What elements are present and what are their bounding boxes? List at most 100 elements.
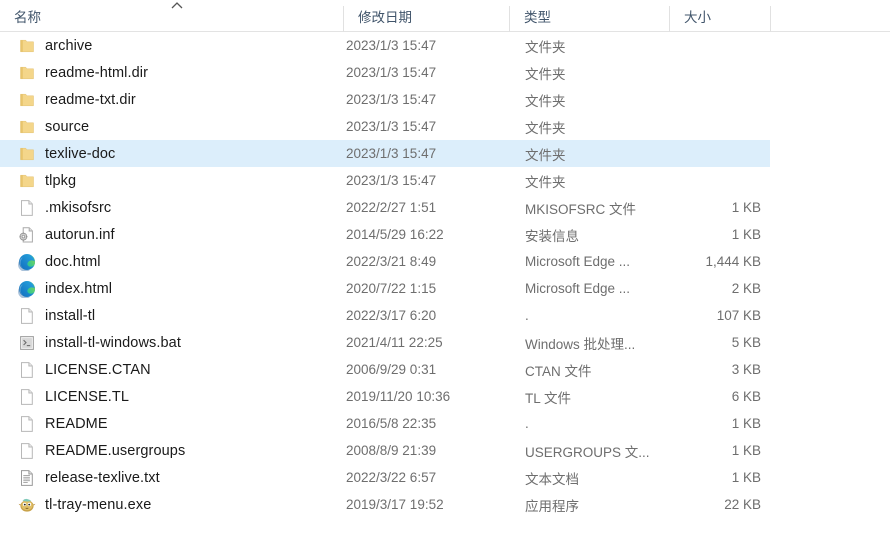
cell-date-modified: 2014/5/29 16:22: [346, 227, 444, 242]
file-list-row[interactable]: tl-tray-menu.exe 2019/3/17 19:52 应用程序 22 KB: [0, 491, 890, 518]
cell-size: 1 KB: [731, 416, 761, 431]
file-name-label: README.usergroups: [45, 442, 186, 459]
column-header-date-modified-label: 修改日期: [358, 10, 412, 25]
cell-name[interactable]: README.usergroups: [0, 442, 343, 460]
file-list-row[interactable]: LICENSE.CTAN 2006/9/29 0:31 CTAN 文件 3 KB: [0, 356, 890, 383]
file-list-row[interactable]: install-tl 2022/3/17 6:20. 107 KB: [0, 302, 890, 329]
file-list-row[interactable]: texlive-doc 2023/1/3 15:47 文件夹: [0, 140, 890, 167]
cell-type: Microsoft Edge ...: [525, 254, 631, 269]
file-list-row[interactable]: install-tl-windows.bat 2021/4/11 22:25 Win…: [0, 329, 890, 356]
blank-document-icon: [18, 388, 36, 406]
file-name-label: LICENSE.TL: [45, 388, 129, 405]
cell-date-modified: 2023/1/3 15:47: [346, 38, 437, 53]
cell-name[interactable]: source: [0, 118, 343, 136]
column-header-name[interactable]: 名称: [0, 0, 343, 32]
blank-document-icon: [18, 415, 36, 433]
edge-browser-icon: [18, 280, 36, 298]
file-list-row[interactable]: archive 2023/1/3 15:47 文件夹: [0, 32, 890, 59]
cell-type: Microsoft Edge ...: [525, 281, 631, 296]
cell-size: 107 KB: [716, 308, 761, 323]
cell-size: 22 KB: [724, 497, 761, 512]
cell-type: .: [525, 416, 529, 431]
file-list-row[interactable]: doc.html 2022/3/21 8:49 Microsoft Edge ...…: [0, 248, 890, 275]
cell-type: CTAN 文件: [525, 363, 592, 379]
blank-document-icon: [18, 442, 36, 460]
file-explorer-list-view: 名称 修改日期 类型 大小 archive 2023/1/3 15:47 文件夹 re…: [0, 0, 890, 541]
cell-date-modified: 2023/1/3 15:47: [346, 65, 437, 80]
blank-document-icon: [18, 307, 36, 325]
cell-name[interactable]: install-tl-windows.bat: [0, 334, 343, 352]
cell-date-modified: 2023/1/3 15:47: [346, 173, 437, 188]
cell-date-modified: 2021/4/11 22:25: [346, 335, 443, 350]
file-name-label: README: [45, 415, 108, 432]
column-divider-4[interactable]: [770, 6, 771, 32]
file-list-row[interactable]: readme-txt.dir 2023/1/3 15:47 文件夹: [0, 86, 890, 113]
file-list-row[interactable]: readme-html.dir 2023/1/3 15:47 文件夹: [0, 59, 890, 86]
cell-type: TL 文件: [525, 390, 572, 406]
folder-icon: [18, 172, 36, 190]
file-name-label: archive: [45, 37, 93, 54]
file-list-row[interactable]: LICENSE.TL 2019/11/20 10:36 TL 文件 6 KB: [0, 383, 890, 410]
cell-name[interactable]: README: [0, 415, 343, 433]
cell-date-modified: 2023/1/3 15:47: [346, 119, 437, 134]
file-name-label: LICENSE.CTAN: [45, 361, 151, 378]
column-header-date-modified[interactable]: 修改日期: [344, 0, 509, 32]
cell-name[interactable]: tl-tray-menu.exe: [0, 496, 343, 514]
cell-name[interactable]: .mkisofsrc: [0, 199, 343, 217]
cell-name[interactable]: autorun.inf: [0, 226, 343, 244]
file-list-row[interactable]: source 2023/1/3 15:47 文件夹: [0, 113, 890, 140]
blank-document-icon: [18, 199, 36, 217]
cell-name[interactable]: archive: [0, 37, 343, 55]
file-name-label: tlpkg: [45, 172, 77, 189]
cell-type: USERGROUPS 文...: [525, 444, 650, 460]
cell-name[interactable]: release-texlive.txt: [0, 469, 343, 487]
file-name-label: install-tl-windows.bat: [45, 334, 181, 351]
cell-name[interactable]: LICENSE.CTAN: [0, 361, 343, 379]
cell-date-modified: 2022/3/17 6:20: [346, 308, 437, 323]
cell-date-modified: 2006/9/29 0:31: [346, 362, 437, 377]
cell-type: Windows 批处理...: [525, 336, 636, 352]
column-header-size-label: 大小: [684, 10, 711, 25]
cell-type: 文件夹: [525, 147, 566, 163]
text-document-icon: [18, 469, 36, 487]
file-name-label: index.html: [45, 280, 113, 297]
cell-date-modified: 2019/11/20 10:36: [346, 389, 451, 404]
file-name-label: tl-tray-menu.exe: [45, 496, 152, 513]
cell-name[interactable]: install-tl: [0, 307, 343, 325]
file-list-row[interactable]: tlpkg 2023/1/3 15:47 文件夹: [0, 167, 890, 194]
file-list-row[interactable]: README 2016/5/8 22:35. 1 KB: [0, 410, 890, 437]
cell-size: 1 KB: [731, 470, 761, 485]
cell-name[interactable]: readme-html.dir: [0, 64, 343, 82]
file-name-label: .mkisofsrc: [45, 199, 112, 216]
cell-name[interactable]: LICENSE.TL: [0, 388, 343, 406]
file-name-label: readme-html.dir: [45, 64, 149, 81]
cell-size: 1 KB: [731, 443, 761, 458]
cell-name[interactable]: doc.html: [0, 253, 343, 271]
column-header-size[interactable]: 大小: [670, 0, 770, 32]
file-name-label: release-texlive.txt: [45, 469, 160, 486]
pufferfish-app-icon: [18, 496, 36, 514]
cell-name[interactable]: readme-txt.dir: [0, 91, 343, 109]
cell-date-modified: 2008/8/9 21:39: [346, 443, 437, 458]
file-list-row[interactable]: autorun.inf 2014/5/29 16:22 安装信息 1 KB: [0, 221, 890, 248]
file-list-row[interactable]: index.html 2020/7/22 1:15 Microsoft Edge .…: [0, 275, 890, 302]
cell-type: 安装信息: [525, 228, 579, 244]
edge-browser-icon: [18, 253, 36, 271]
cell-size: 2 KB: [731, 281, 761, 296]
cell-date-modified: 2023/1/3 15:47: [346, 92, 437, 107]
file-list-row[interactable]: release-texlive.txt 2022/3/22 6:57 文本文档 1 K…: [0, 464, 890, 491]
folder-icon: [18, 91, 36, 109]
column-header-type[interactable]: 类型: [510, 0, 669, 32]
cell-date-modified: 2022/3/21 8:49: [346, 254, 437, 269]
cell-type: .: [525, 308, 529, 323]
cell-type: 文件夹: [525, 93, 566, 109]
cell-name[interactable]: tlpkg: [0, 172, 343, 190]
cell-type: 文本文档: [525, 471, 579, 487]
cell-size: 1 KB: [731, 227, 761, 242]
cell-name[interactable]: index.html: [0, 280, 343, 298]
file-list-row[interactable]: README.usergroups 2008/8/9 21:39 USERGROUP…: [0, 437, 890, 464]
cell-date-modified: 2022/3/22 6:57: [346, 470, 437, 485]
file-list-row[interactable]: .mkisofsrc 2022/2/27 1:51 MKISOFSRC 文件 1 KB: [0, 194, 890, 221]
blank-document-icon: [18, 361, 36, 379]
cell-name[interactable]: texlive-doc: [0, 145, 343, 163]
